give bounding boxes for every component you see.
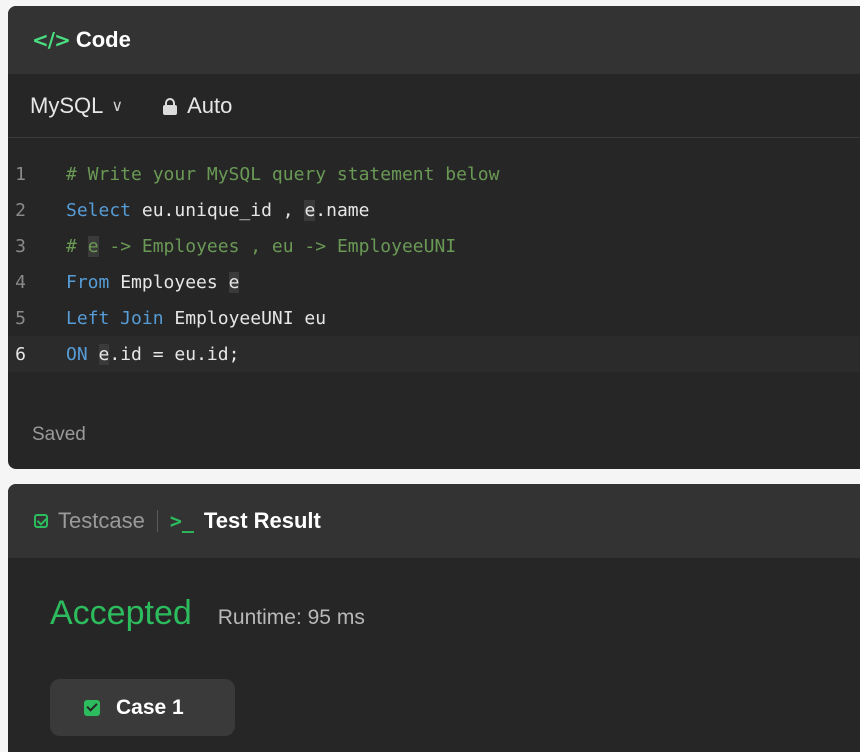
result-tabs: Testcase >_ Test Result xyxy=(8,484,860,558)
code-text: # e -> Employees , eu -> EmployeeUNI xyxy=(66,235,457,257)
verdict-text: Accepted xyxy=(50,594,192,632)
code-line[interactable]: 6 ON e.id = eu.id; xyxy=(8,336,860,372)
editor-toolbar: MySQL ∨ Auto xyxy=(8,74,860,138)
code-line[interactable]: 2 Select eu.unique_id , e.name xyxy=(8,192,860,228)
code-text: From Employees e xyxy=(66,271,240,293)
runtime-text: Runtime: 95 ms xyxy=(217,606,365,629)
result-panel: Testcase >_ Test Result Accepted Runtime… xyxy=(8,484,860,752)
tab-testcase-label: Testcase xyxy=(58,508,145,533)
code-text: Left Join EmployeeUNI eu xyxy=(66,307,327,329)
case-1-button[interactable]: Case 1 xyxy=(50,679,235,736)
language-select[interactable]: MySQL ∨ xyxy=(30,93,123,119)
chevron-down-icon: ∨ xyxy=(111,96,124,115)
terminal-icon: >_ xyxy=(169,509,194,533)
mode-label[interactable]: Auto xyxy=(187,93,232,119)
code-text: # Write your MySQL query statement below xyxy=(66,163,500,185)
code-text: ON e.id = eu.id; xyxy=(66,343,240,365)
check-icon xyxy=(84,699,100,716)
lock-icon xyxy=(163,97,178,115)
code-line[interactable]: 1 # Write your MySQL query statement bel… xyxy=(8,156,860,192)
code-line[interactable]: 3 # e -> Employees , eu -> EmployeeUNI xyxy=(8,228,860,264)
save-status: Saved xyxy=(32,424,86,445)
code-panel: </> Code MySQL ∨ Auto 1 # Write your MyS… xyxy=(8,6,860,469)
code-brackets-icon: </> xyxy=(32,28,71,52)
code-editor[interactable]: 1 # Write your MySQL query statement bel… xyxy=(8,138,860,374)
line-number: 5 xyxy=(15,307,26,329)
line-number: 2 xyxy=(15,199,26,221)
code-line[interactable]: 4 From Employees e xyxy=(8,264,860,300)
result-summary: Accepted Runtime: 95 ms xyxy=(8,594,860,633)
code-line[interactable]: 5 Left Join EmployeeUNI eu xyxy=(8,300,860,336)
line-number: 1 xyxy=(15,163,26,185)
language-label: MySQL xyxy=(30,92,104,118)
tab-test-result-label: Test Result xyxy=(203,508,321,533)
case-label: Case 1 xyxy=(116,695,184,719)
code-text: Select eu.unique_id , e.name xyxy=(66,199,370,221)
checkbox-icon xyxy=(34,514,48,528)
line-number: 3 xyxy=(15,235,26,257)
tab-divider xyxy=(156,510,158,532)
tab-testcase[interactable]: Testcase xyxy=(34,508,145,534)
code-panel-header: </> Code xyxy=(8,6,860,74)
code-panel-title: Code xyxy=(75,27,131,52)
line-number: 4 xyxy=(15,271,26,293)
line-number: 6 xyxy=(15,343,26,365)
tab-test-result[interactable]: >_ Test Result xyxy=(170,508,321,534)
